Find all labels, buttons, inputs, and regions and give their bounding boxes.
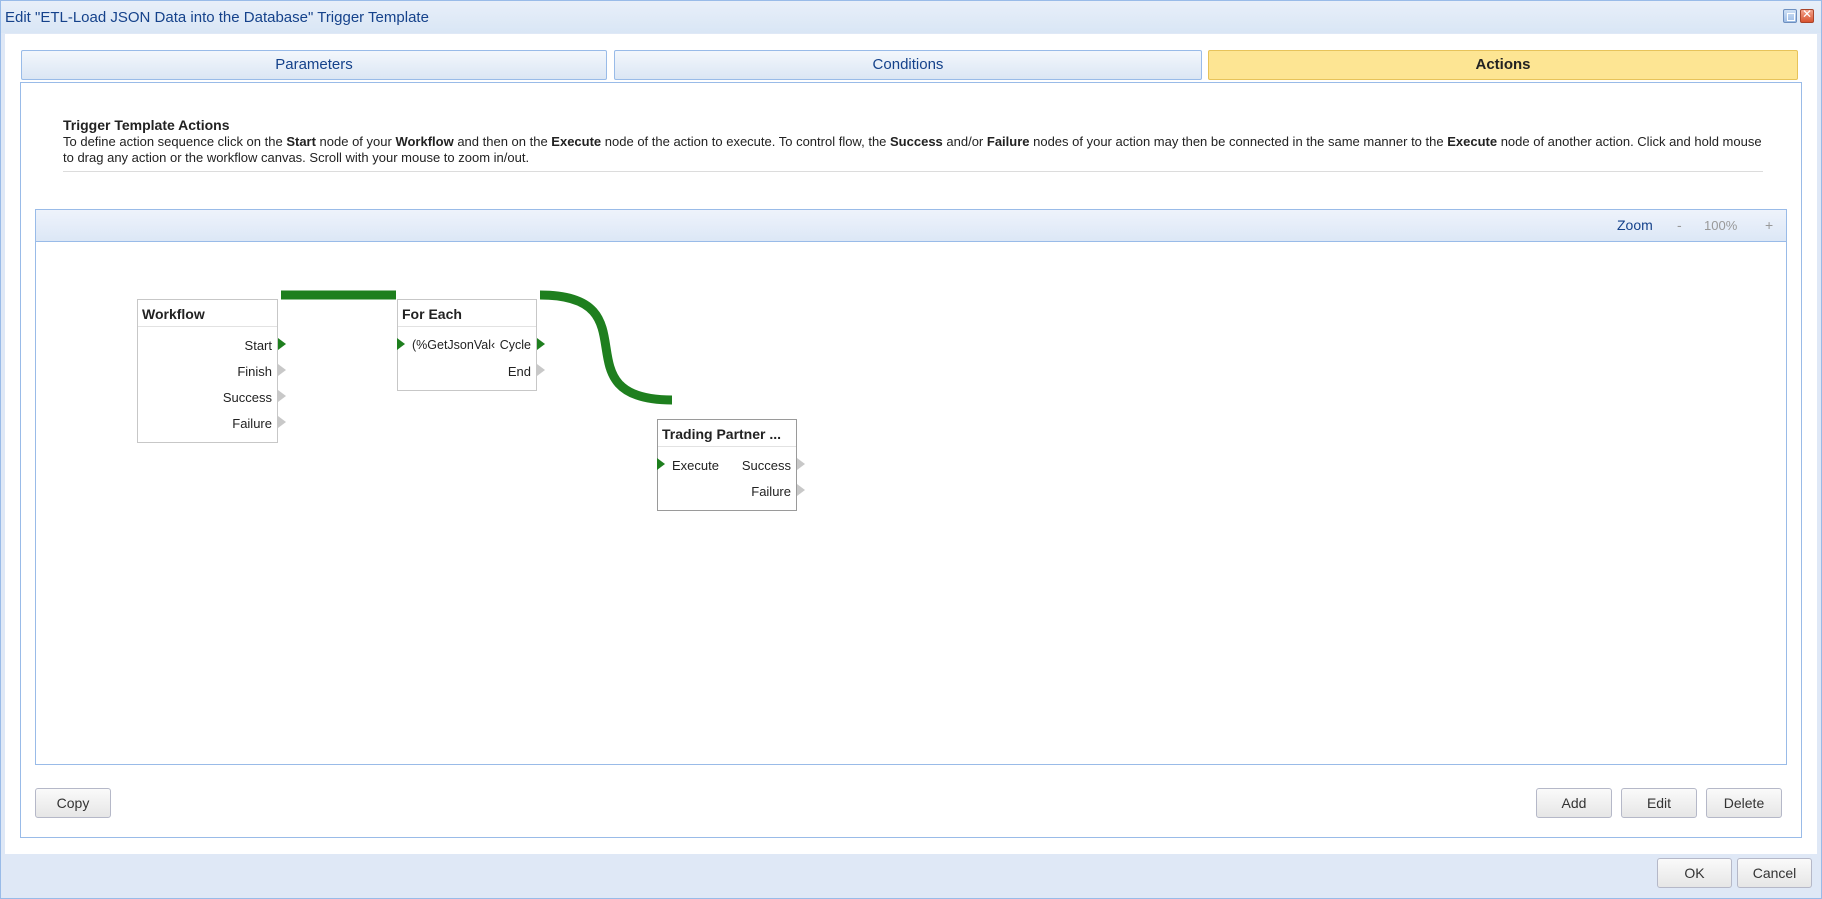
- instructions-fragment: and/or: [942, 134, 987, 149]
- port-failure: Failure: [751, 484, 791, 499]
- ok-button[interactable]: OK: [1657, 858, 1732, 888]
- instructions-fragment: nodes of your action may then be connect…: [1029, 134, 1448, 149]
- port-input: (%GetJsonVal‹: [412, 338, 496, 352]
- workflow-node[interactable]: Workflow Start Finish Success Failure: [137, 299, 286, 443]
- restore-icon[interactable]: [1783, 9, 1797, 23]
- close-icon[interactable]: ✕: [1800, 7, 1814, 23]
- for-each-node[interactable]: For Each (%GetJsonVal‹ Cycle End: [397, 299, 545, 391]
- instructions-text: To define action sequence click on the S…: [63, 134, 1763, 166]
- zoom-out-button[interactable]: -: [1677, 217, 1682, 233]
- node-title: Trading Partner ...: [662, 426, 782, 442]
- end-output-arrow-icon[interactable]: [537, 364, 545, 376]
- port-cycle: Cycle: [499, 338, 531, 352]
- cycle-output-arrow-icon[interactable]: [537, 338, 545, 350]
- failure-output-arrow-icon[interactable]: [797, 484, 805, 496]
- finish-output-arrow-icon[interactable]: [278, 364, 286, 376]
- node-divider: [398, 326, 536, 327]
- instructions-keyword: Execute: [551, 134, 602, 149]
- node-divider: [658, 446, 796, 447]
- connection-cycle-to-execute: [539, 290, 673, 405]
- start-output-arrow-icon[interactable]: [278, 338, 286, 350]
- zoom-level: 100%: [1704, 218, 1738, 233]
- trigger-template-dialog: Edit "ETL-Load JSON Data into the Databa…: [0, 0, 1822, 899]
- instructions-keyword: Workflow: [395, 134, 454, 149]
- tab-actions[interactable]: Actions: [1208, 50, 1798, 80]
- dialog-titlebar[interactable]: Edit "ETL-Load JSON Data into the Databa…: [1, 1, 1821, 33]
- trading-partner-node[interactable]: Trading Partner ... Execute Success Fail…: [657, 419, 805, 511]
- dialog-footer: OK Cancel: [5, 854, 1817, 894]
- port-failure: Failure: [232, 416, 272, 431]
- copy-button[interactable]: Copy: [35, 788, 111, 818]
- instructions-keyword: Failure: [986, 134, 1030, 149]
- success-output-arrow-icon[interactable]: [797, 458, 805, 470]
- add-button[interactable]: Add: [1536, 788, 1612, 818]
- tab-conditions[interactable]: Conditions: [614, 50, 1202, 80]
- port-execute: Execute: [672, 458, 719, 473]
- port-finish: Finish: [237, 364, 272, 379]
- delete-button[interactable]: Delete: [1706, 788, 1782, 818]
- divider: [63, 171, 1763, 172]
- instructions-keyword: Success: [890, 134, 943, 149]
- instructions-fragment: and then on the: [453, 134, 552, 149]
- instructions-fragment: To define action sequence click on the: [63, 134, 287, 149]
- port-success: Success: [222, 390, 272, 405]
- canvas-toolbar: Zoom - 100% +: [36, 210, 1786, 242]
- execute-input-arrow-icon[interactable]: [657, 458, 665, 470]
- tab-parameters[interactable]: Parameters: [21, 50, 607, 80]
- port-success: Success: [741, 458, 791, 473]
- port-end: End: [507, 364, 531, 379]
- edit-button[interactable]: Edit: [1621, 788, 1697, 818]
- instructions-keyword: Start: [286, 134, 316, 149]
- cancel-button[interactable]: Cancel: [1737, 858, 1812, 888]
- instructions-fragment: node of your: [315, 134, 396, 149]
- actions-panel: Trigger Template Actions To define actio…: [20, 82, 1802, 838]
- failure-output-arrow-icon[interactable]: [278, 416, 286, 428]
- port-start: Start: [244, 338, 272, 353]
- node-title: Workflow: [142, 306, 205, 322]
- dialog-body: Parameters Conditions Actions Trigger Te…: [5, 34, 1817, 854]
- workflow-canvas-container: Zoom - 100% + Workflow Start Finish Succ…: [35, 209, 1787, 765]
- instructions-fragment: node of the action to execute. To contro…: [601, 134, 891, 149]
- instructions-keyword: Execute: [1447, 134, 1498, 149]
- section-title: Trigger Template Actions: [63, 117, 230, 133]
- success-output-arrow-icon[interactable]: [278, 390, 286, 402]
- input-arrow-icon[interactable]: [397, 338, 405, 350]
- zoom-in-button[interactable]: +: [1765, 217, 1773, 233]
- zoom-label: Zoom: [1617, 217, 1653, 233]
- workflow-canvas[interactable]: [36, 242, 1786, 765]
- node-title: For Each: [402, 306, 462, 322]
- node-divider: [138, 326, 277, 327]
- dialog-title: Edit "ETL-Load JSON Data into the Databa…: [5, 9, 429, 26]
